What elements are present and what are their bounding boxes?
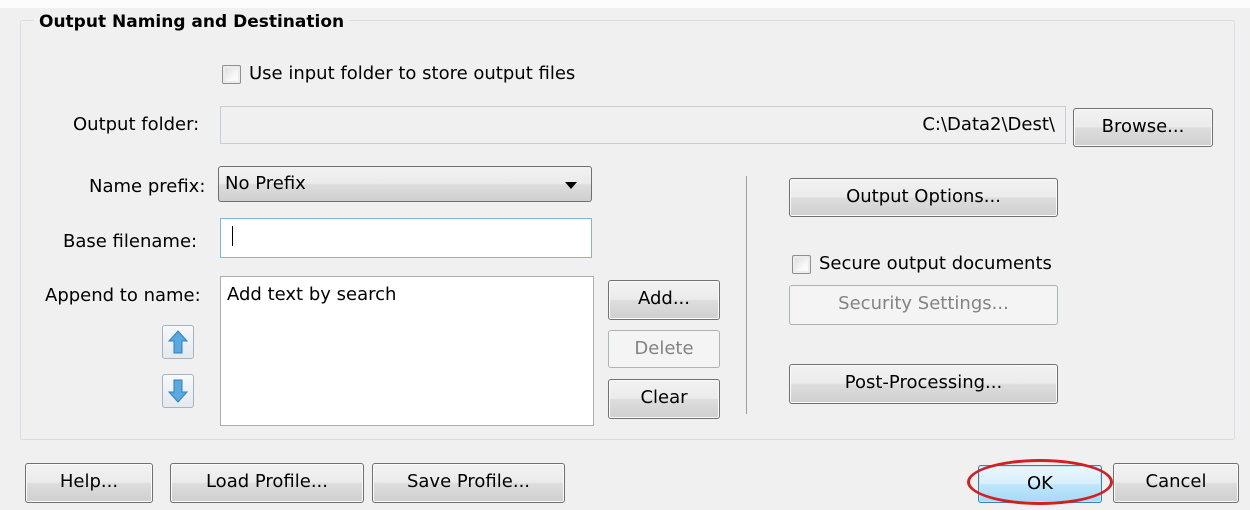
save-profile-label: Save Profile... bbox=[406, 471, 531, 492]
browse-button-label: Browse... bbox=[1101, 116, 1185, 137]
output-folder-field[interactable]: C:\Data2\Dest\ bbox=[220, 106, 1066, 144]
help-button[interactable]: Help... bbox=[25, 463, 153, 503]
group-title: Output Naming and Destination bbox=[34, 12, 350, 32]
delete-button-label: Delete bbox=[634, 338, 694, 359]
help-button-label: Help... bbox=[59, 471, 119, 492]
browse-button[interactable]: Browse... bbox=[1073, 108, 1213, 147]
move-down-button[interactable] bbox=[162, 374, 194, 408]
arrow-down-icon bbox=[167, 379, 189, 403]
delete-button[interactable]: Delete bbox=[608, 330, 720, 368]
security-settings-button[interactable]: Security Settings... bbox=[789, 285, 1058, 325]
secure-output-checkbox[interactable] bbox=[792, 255, 811, 274]
list-item[interactable]: Add text by search bbox=[227, 284, 396, 305]
load-profile-button[interactable]: Load Profile... bbox=[170, 463, 364, 503]
use-input-folder-label: Use input folder to store output files bbox=[249, 63, 576, 84]
name-prefix-select[interactable]: No Prefix bbox=[218, 166, 592, 202]
save-profile-button[interactable]: Save Profile... bbox=[372, 463, 565, 503]
secure-output-label: Secure output documents bbox=[819, 253, 1052, 274]
text-caret bbox=[232, 226, 233, 246]
highlight-ring bbox=[967, 459, 1113, 505]
add-button-label: Add... bbox=[637, 288, 690, 309]
post-processing-label: Post-Processing... bbox=[844, 372, 1003, 393]
append-to-name-label: Append to name: bbox=[45, 285, 201, 306]
name-prefix-value: No Prefix bbox=[225, 173, 306, 194]
output-options-button[interactable]: Output Options... bbox=[789, 178, 1058, 217]
use-input-folder-checkbox[interactable] bbox=[222, 65, 241, 84]
vertical-divider bbox=[746, 176, 747, 414]
output-folder-value: C:\Data2\Dest\ bbox=[922, 114, 1055, 135]
name-prefix-label: Name prefix: bbox=[89, 176, 206, 197]
move-up-button[interactable] bbox=[162, 325, 194, 359]
security-settings-label: Security Settings... bbox=[838, 293, 1009, 314]
arrow-up-icon bbox=[167, 330, 189, 354]
load-profile-label: Load Profile... bbox=[205, 471, 329, 492]
dialog: Output Naming and Destination Use input … bbox=[0, 0, 1250, 510]
cancel-button[interactable]: Cancel bbox=[1113, 463, 1239, 503]
top-edge bbox=[0, 0, 1250, 8]
post-processing-button[interactable]: Post-Processing... bbox=[789, 364, 1058, 404]
clear-button-label: Clear bbox=[640, 387, 688, 408]
base-filename-label: Base filename: bbox=[63, 231, 198, 252]
add-button[interactable]: Add... bbox=[608, 280, 720, 320]
append-list[interactable]: Add text by search bbox=[220, 276, 594, 426]
clear-button[interactable]: Clear bbox=[608, 379, 720, 419]
output-folder-label: Output folder: bbox=[73, 114, 200, 135]
output-options-label: Output Options... bbox=[846, 186, 1001, 207]
chevron-down-icon bbox=[565, 182, 577, 189]
base-filename-input[interactable] bbox=[220, 218, 592, 258]
cancel-button-label: Cancel bbox=[1145, 471, 1207, 492]
